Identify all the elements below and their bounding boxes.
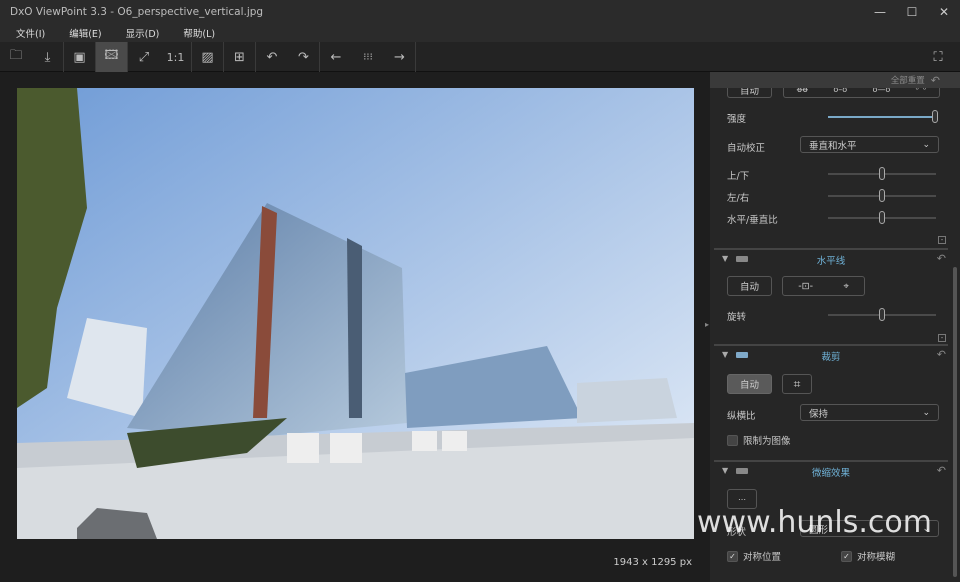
fullscreen-icon[interactable]: ⛶ — [922, 42, 954, 72]
limit-to-image-label: 限制为图像 — [743, 436, 791, 447]
symmetric-blur-checkbox[interactable]: ✓ 对称模糊 — [841, 549, 895, 563]
miniature-title: 微缩效果 — [811, 468, 850, 479]
fit-screen-icon[interactable]: ⤢ — [128, 42, 160, 72]
symmetric-position-checkbox[interactable]: ✓ 对称位置 — [727, 549, 781, 563]
up-down-label: 上/下 — [727, 171, 750, 182]
toolbar: 🗀 ⤓ ▣ 🖾 ⤢ 1:1 ▨ ⊞ ↶ ↷ ← ⁝⁝⁝ → ⛶ — [0, 42, 960, 72]
slider-thumb[interactable] — [879, 308, 885, 321]
undo-icon[interactable]: ↶ — [931, 74, 940, 87]
ratio-slider[interactable] — [828, 211, 936, 224]
auto-correct-value: 垂直和水平 — [809, 140, 857, 152]
image-viewer[interactable]: 1943 x 1295 px ▸ — [0, 72, 709, 582]
aspect-ratio-value: 保持 — [809, 408, 829, 420]
previous-arrow-icon[interactable]: ← — [320, 42, 352, 72]
reset-all-button[interactable]: 全部重置 — [891, 74, 925, 86]
horizon-title: 水平线 — [816, 256, 846, 267]
menu-edit[interactable]: 编辑(E) — [53, 26, 109, 40]
symmetric-position-label: 对称位置 — [743, 552, 782, 563]
reset-icon[interactable]: ↶ — [937, 464, 946, 477]
horizontal-level-icon[interactable]: -⊡- — [798, 281, 813, 292]
left-right-label: 左/右 — [727, 193, 750, 204]
auto-correct-dropdown[interactable]: 垂直和水平 ⌄ — [800, 136, 939, 153]
limit-to-image-checkbox[interactable]: 限制为图像 — [727, 433, 791, 447]
horizon-header[interactable]: ▼ 水平线 ↶ — [714, 248, 948, 268]
aspect-ratio-label: 纵横比 — [727, 411, 756, 422]
aspect-ratio-dropdown[interactable]: 保持 ⌄ — [800, 404, 939, 421]
compare-icon[interactable]: ▣ — [64, 42, 96, 72]
collapse-icon[interactable]: - — [938, 334, 946, 342]
checkbox-checked-icon[interactable]: ✓ — [841, 550, 852, 562]
intensity-label: 强度 — [727, 114, 747, 125]
chevron-down-icon: ⌄ — [922, 139, 930, 150]
image-view-icon[interactable]: 🖾 — [96, 42, 128, 72]
slider-thumb[interactable] — [879, 189, 885, 202]
overlay-icon[interactable]: ▨ — [192, 42, 224, 72]
miniature-header[interactable]: ▼ 微缩效果 ↶ — [714, 460, 948, 480]
horizon-level-buttons[interactable]: -⊡- ⌖ — [782, 276, 865, 296]
close-button[interactable]: ✕ — [928, 0, 960, 24]
rotate-slider[interactable] — [828, 308, 936, 321]
crop-tool-icon[interactable]: ⌗ — [782, 374, 812, 394]
left-right-slider[interactable] — [828, 189, 936, 202]
image-dimensions: 1943 x 1295 px — [613, 557, 692, 568]
slider-thumb[interactable] — [932, 110, 938, 123]
crop-title: 裁剪 — [821, 352, 841, 363]
menu-help[interactable]: 帮助(L) — [167, 26, 223, 40]
intensity-slider[interactable] — [828, 110, 938, 123]
menu-file[interactable]: 文件(I) — [0, 26, 53, 40]
collapse-icon[interactable]: - — [938, 236, 946, 244]
horizon-section: ▼ 水平线 ↶ 自动 -⊡- ⌖ 旋转 - — [714, 248, 948, 344]
checkbox[interactable] — [727, 434, 738, 446]
window-title: DxO ViewPoint 3.3 - O6_perspective_verti… — [10, 6, 264, 18]
up-down-slider[interactable] — [828, 167, 936, 180]
panel-collapse-arrow-icon[interactable]: ▸ — [705, 320, 709, 329]
rotate-right-icon[interactable]: ↷ — [288, 42, 320, 72]
slider-thumb[interactable] — [879, 167, 885, 180]
minimize-button[interactable]: — — [864, 0, 896, 24]
reset-icon[interactable]: ↶ — [937, 252, 946, 265]
watermark-text: www.hunls.com — [697, 505, 933, 540]
grid-icon[interactable]: ⊞ — [224, 42, 256, 72]
one-to-one-button[interactable]: 1:1 — [160, 42, 192, 72]
auto-correct-label: 自动校正 — [727, 143, 766, 154]
ratio-label: 水平/垂直比 — [727, 215, 778, 226]
menu-view[interactable]: 显示(D) — [110, 26, 168, 40]
checkbox-checked-icon[interactable]: ✓ — [727, 550, 738, 562]
symmetric-blur-label: 对称模糊 — [857, 552, 896, 563]
thumbnails-icon[interactable]: ⁝⁝⁝ — [352, 42, 384, 72]
vertical-level-icon[interactable]: ⌖ — [843, 281, 848, 292]
open-folder-icon[interactable]: 🗀 — [0, 42, 32, 72]
next-arrow-icon[interactable]: → — [384, 42, 416, 72]
maximize-button[interactable]: ☐ — [896, 0, 928, 24]
slider-thumb[interactable] — [879, 211, 885, 224]
export-icon[interactable]: ⤓ — [32, 42, 64, 72]
crop-header[interactable]: ▼ 裁剪 ↶ — [714, 344, 948, 364]
crop-section: ▼ 裁剪 ↶ 自动 ⌗ 纵横比 保持 ⌄ 限制为图像 — [714, 344, 948, 460]
title-bar: DxO ViewPoint 3.3 - O6_perspective_verti… — [0, 0, 960, 24]
rotate-left-icon[interactable]: ↶ — [256, 42, 288, 72]
perspective-section: 自动 ꝋꝋ o–o o—o ᵒ˙ᵒ 强度 自动校正 垂直和水平 ⌄ 上/下 左/右 水平… — [714, 72, 948, 248]
crop-auto-button[interactable]: 自动 — [727, 374, 772, 394]
photo-preview — [17, 88, 694, 539]
reset-all-bar: 全部重置 ↶ — [710, 72, 960, 88]
panel-scrollbar[interactable] — [953, 267, 957, 577]
menu-bar: 文件(I) 编辑(E) 显示(D) 帮助(L) — [0, 24, 960, 42]
reset-icon[interactable]: ↶ — [937, 348, 946, 361]
horizon-auto-button[interactable]: 自动 — [727, 276, 772, 296]
chevron-down-icon: ⌄ — [922, 407, 930, 418]
rotate-label: 旋转 — [727, 312, 747, 323]
